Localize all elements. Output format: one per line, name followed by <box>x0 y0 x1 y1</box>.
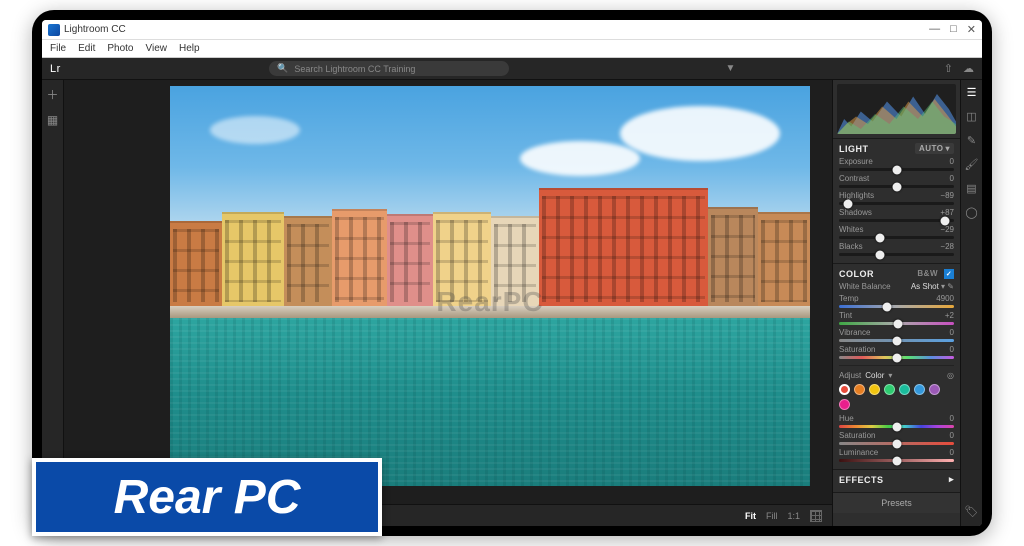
menubar: File Edit Photo View Help <box>42 40 982 58</box>
lr-logo: Lr <box>50 63 61 75</box>
menu-file[interactable]: File <box>50 43 66 54</box>
temp-slider[interactable] <box>839 305 954 308</box>
chevron-down-icon: ▾ <box>888 371 892 380</box>
color-dot[interactable] <box>884 384 895 395</box>
wb-label: White Balance <box>839 282 891 291</box>
filter-icon[interactable]: ▼ <box>726 63 736 74</box>
color-dot[interactable] <box>914 384 925 395</box>
color-check-icon[interactable]: ✓ <box>944 269 954 279</box>
color-panel: COLOR B&W ✓ White Balance As Shot ▾ ✎ Te… <box>833 263 960 469</box>
watermark: RearPC <box>436 286 543 318</box>
search-input[interactable]: 🔍 Search Lightroom CC Training <box>269 61 509 76</box>
window-title: Lightroom CC <box>64 24 126 35</box>
exposure-slider[interactable] <box>839 168 954 171</box>
luminance-slider[interactable] <box>839 459 954 462</box>
close-button[interactable]: ✕ <box>967 23 976 36</box>
menu-photo[interactable]: Photo <box>107 43 133 54</box>
adjust-mode[interactable]: Color <box>865 371 884 380</box>
wb-selector[interactable]: As Shot <box>911 282 939 291</box>
light-title: LIGHT <box>839 144 869 154</box>
tag-icon[interactable]: 🏷 <box>965 505 979 518</box>
radial-gradient-icon[interactable]: ◯ <box>965 206 977 219</box>
view-1to1[interactable]: 1:1 <box>787 511 800 521</box>
effects-panel[interactable]: EFFECTS▸ <box>833 469 960 492</box>
linear-gradient-icon[interactable]: ▤ <box>966 182 976 195</box>
color-dot[interactable] <box>839 384 850 395</box>
grid-toggle-icon[interactable] <box>810 510 822 522</box>
eyedropper-icon[interactable]: ✎ <box>947 282 954 291</box>
brush-icon[interactable]: 🖌 <box>965 158 979 171</box>
presets-button[interactable]: Presets <box>833 492 960 513</box>
cloud-icon[interactable]: ☁ <box>963 62 974 75</box>
highlights-slider[interactable] <box>839 202 954 205</box>
vibrance-slider[interactable] <box>839 339 954 342</box>
menu-help[interactable]: Help <box>179 43 200 54</box>
color-mixer-dots <box>839 384 954 410</box>
shadows-slider[interactable] <box>839 219 954 222</box>
chevron-right-icon: ▸ <box>949 474 954 485</box>
search-placeholder: Search Lightroom CC Training <box>294 64 415 74</box>
view-fit[interactable]: Fit <box>745 511 756 521</box>
saturation-slider[interactable] <box>839 356 954 359</box>
color-dot[interactable] <box>839 399 850 410</box>
app-window: Lightroom CC — □ ✕ File Edit Photo View … <box>42 20 982 526</box>
histogram[interactable] <box>837 84 956 134</box>
share-icon[interactable]: ⇧ <box>944 62 953 75</box>
bw-toggle[interactable]: B&W <box>914 268 941 279</box>
crop-icon[interactable]: ◫ <box>966 110 976 123</box>
contrast-slider[interactable] <box>839 185 954 188</box>
whites-slider[interactable] <box>839 236 954 239</box>
blacks-slider[interactable] <box>839 253 954 256</box>
tint-slider[interactable] <box>839 322 954 325</box>
color-dot[interactable] <box>929 384 940 395</box>
view-fill[interactable]: Fill <box>766 511 778 521</box>
edit-sliders-icon[interactable]: ☰ <box>967 86 977 99</box>
photo: RearPC <box>170 86 810 486</box>
search-icon: 🔍 <box>277 63 288 74</box>
mix-saturation-slider[interactable] <box>839 442 954 445</box>
edit-panel: LIGHT AUTO▾ Exposure0Contrast0Highlights… <box>833 80 960 526</box>
grid-view-icon[interactable]: ▦ <box>47 113 58 127</box>
light-panel: LIGHT AUTO▾ Exposure0Contrast0Highlights… <box>833 138 960 263</box>
minimize-button[interactable]: — <box>929 23 940 36</box>
add-photo-icon[interactable]: ＋ <box>46 86 58 103</box>
image-viewer[interactable]: RearPC <box>64 80 832 504</box>
heal-brush-icon[interactable]: ✎ <box>967 134 976 147</box>
chevron-down-icon: ▾ <box>945 144 950 153</box>
menu-view[interactable]: View <box>146 43 168 54</box>
titlebar: Lightroom CC — □ ✕ <box>42 20 982 40</box>
color-title: COLOR <box>839 269 874 279</box>
target-adjust-icon[interactable]: ◎ <box>947 371 954 380</box>
color-dot[interactable] <box>899 384 910 395</box>
app-logo-icon <box>48 24 60 36</box>
rear-pc-banner: Rear PC <box>32 458 382 536</box>
menu-edit[interactable]: Edit <box>78 43 95 54</box>
color-dot[interactable] <box>854 384 865 395</box>
hue-slider[interactable] <box>839 425 954 428</box>
color-dot[interactable] <box>869 384 880 395</box>
right-toolbar: ☰ ◫ ✎ 🖌 ▤ ◯ 🏷 <box>960 80 982 526</box>
maximize-button[interactable]: □ <box>950 23 957 36</box>
auto-button[interactable]: AUTO▾ <box>915 143 954 154</box>
app-topbar: Lr 🔍 Search Lightroom CC Training ▼ ⇧ ☁ <box>42 58 982 80</box>
